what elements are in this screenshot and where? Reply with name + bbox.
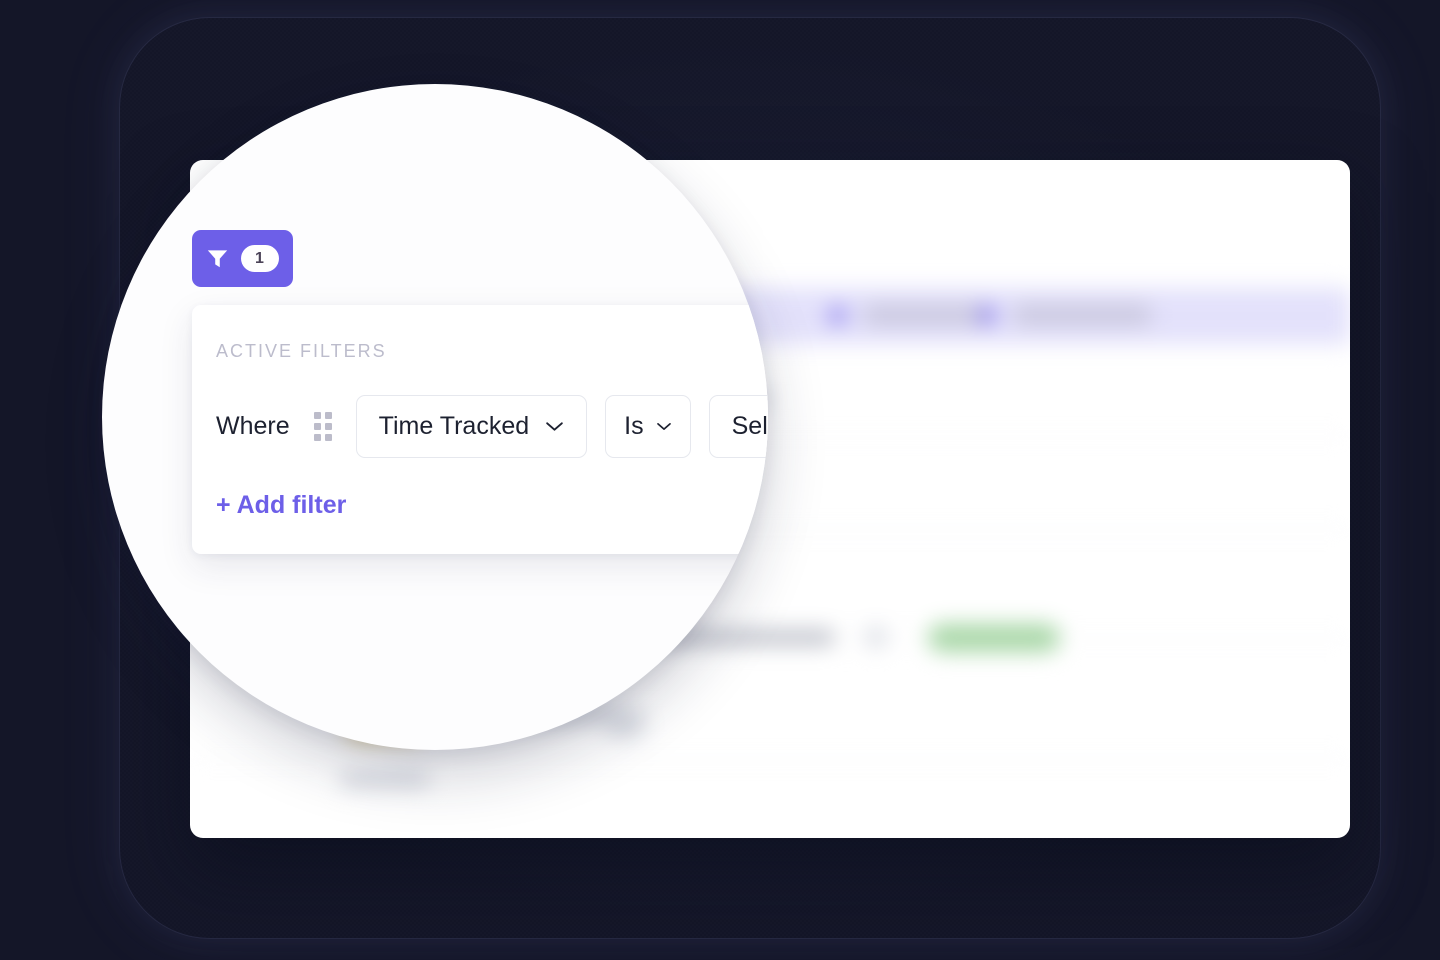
- filter-toggle-button[interactable]: 1: [192, 230, 293, 287]
- filter-field-value: Time Tracked: [378, 412, 530, 440]
- magnified-filter-ui: 1 ACTIVE FILTERS Where Time Tracked Is S…: [102, 84, 768, 750]
- filter-conjunction-label: Where: [216, 412, 290, 440]
- filter-value-select[interactable]: Select: [708, 395, 768, 458]
- active-filter-count-badge: 1: [240, 245, 279, 272]
- drag-handle-icon[interactable]: [313, 412, 332, 441]
- background-chip: [1012, 305, 1152, 325]
- funnel-icon: [207, 250, 227, 268]
- active-filters-heading: ACTIVE FILTERS: [216, 341, 387, 361]
- filter-operator-select[interactable]: Is: [605, 395, 691, 458]
- magnifier-lens: 1 ACTIVE FILTERS Where Time Tracked Is S…: [102, 84, 768, 750]
- filter-field-select[interactable]: Time Tracked: [355, 395, 588, 458]
- background-avatar: [865, 626, 887, 648]
- background-status-dot: [980, 308, 995, 323]
- active-filters-panel: ACTIVE FILTERS Where Time Tracked Is Sel…: [192, 305, 768, 554]
- chevron-down-icon: [546, 422, 563, 431]
- add-filter-button[interactable]: + Add filter: [216, 491, 346, 520]
- background-status-dot: [830, 308, 845, 323]
- background-text-line: [340, 772, 430, 787]
- filter-value-text: Select: [731, 412, 768, 440]
- background-chip: [862, 305, 992, 325]
- filter-operator-value: Is: [624, 412, 644, 440]
- chevron-down-icon: [656, 423, 671, 430]
- background-status-badge: [928, 624, 1060, 652]
- filter-row: Where Time Tracked Is Sel: [216, 395, 768, 458]
